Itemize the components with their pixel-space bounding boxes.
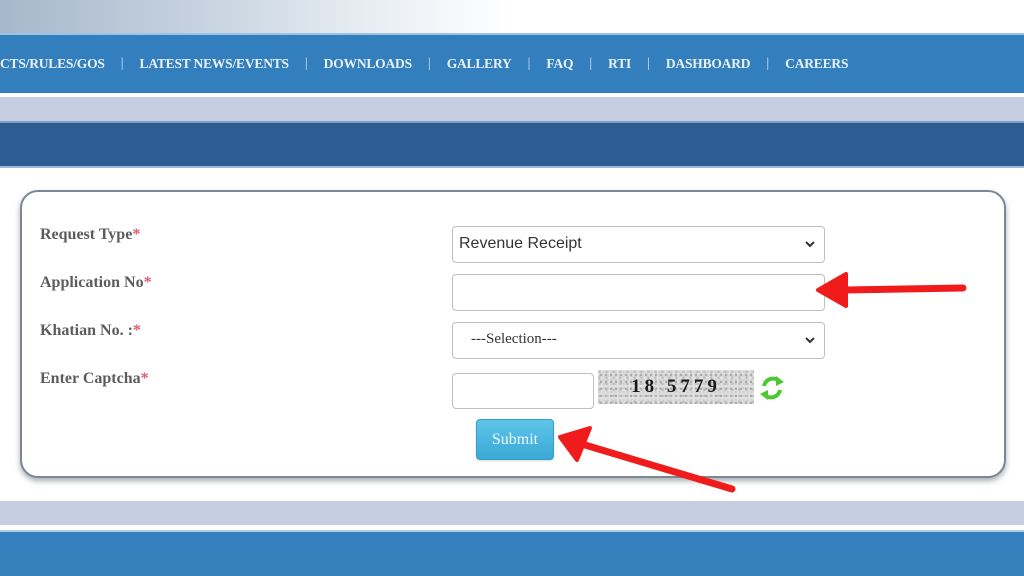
captcha-input[interactable]: [452, 373, 594, 409]
request-form-card: Request Type* Revenue Receipt Applicatio…: [20, 190, 1006, 478]
application-no-label-text: Application No: [40, 274, 144, 291]
required-mark: *: [132, 226, 141, 243]
captcha-code: 18 5779: [631, 376, 721, 397]
request-type-select[interactable]: Revenue Receipt: [452, 226, 825, 263]
nav-separator: |: [647, 56, 650, 71]
nav-item-dashboard[interactable]: DASHBOARD: [666, 56, 751, 72]
request-type-value: Revenue Receipt: [459, 235, 582, 252]
nav-items: CTS/RULES/GOS | LATEST NEWS/EVENTS | DOW…: [0, 35, 848, 93]
application-no-input[interactable]: [452, 274, 825, 311]
khatian-no-select[interactable]: ---Selection---: [452, 322, 825, 359]
chevron-down-icon: [805, 241, 815, 248]
nav-item-rti[interactable]: RTI: [608, 56, 631, 72]
nav-item-gallery[interactable]: GALLERY: [447, 56, 512, 72]
footer-bar: [0, 530, 1024, 576]
nav-separator: |: [427, 56, 431, 71]
captcha-label: Enter Captcha*: [40, 370, 149, 388]
khatian-no-value: ---Selection---: [471, 331, 557, 347]
captcha-image: 18 5779: [598, 370, 754, 404]
required-mark: *: [132, 322, 141, 339]
application-no-label: Application No*: [40, 274, 152, 292]
required-mark: *: [140, 370, 149, 387]
chevron-down-icon: [805, 337, 815, 344]
refresh-icon[interactable]: [758, 374, 786, 402]
nav-item-careers[interactable]: CAREERS: [785, 56, 848, 72]
nav-separator: |: [766, 56, 770, 71]
nav-separator: |: [527, 56, 531, 71]
nav-item-faq[interactable]: FAQ: [546, 56, 573, 72]
submit-button[interactable]: Submit: [476, 419, 554, 460]
request-type-label-text: Request Type: [40, 226, 133, 243]
nav-separator: |: [589, 56, 593, 71]
nav-item-downloads[interactable]: DOWNLOADS: [324, 56, 412, 72]
nav-item-latest-news-events[interactable]: LATEST NEWS/EVENTS: [140, 56, 290, 72]
required-mark: *: [143, 274, 152, 291]
footer-strip: [0, 501, 1024, 525]
captcha-label-text: Enter Captcha: [40, 370, 141, 387]
request-type-label: Request Type*: [40, 226, 140, 244]
khatian-no-label-text: Khatian No. :: [40, 322, 133, 339]
top-banner: [0, 0, 1024, 33]
sub-nav-strip: [0, 97, 1024, 121]
main-nav-bar: CTS/RULES/GOS | LATEST NEWS/EVENTS | DOW…: [0, 33, 1024, 93]
page-header-bar: [0, 121, 1024, 168]
nav-separator: |: [120, 56, 124, 71]
nav-item-acts-rules-gos[interactable]: CTS/RULES/GOS: [0, 56, 105, 72]
nav-separator: |: [304, 56, 308, 71]
khatian-no-label: Khatian No. :*: [40, 322, 141, 340]
